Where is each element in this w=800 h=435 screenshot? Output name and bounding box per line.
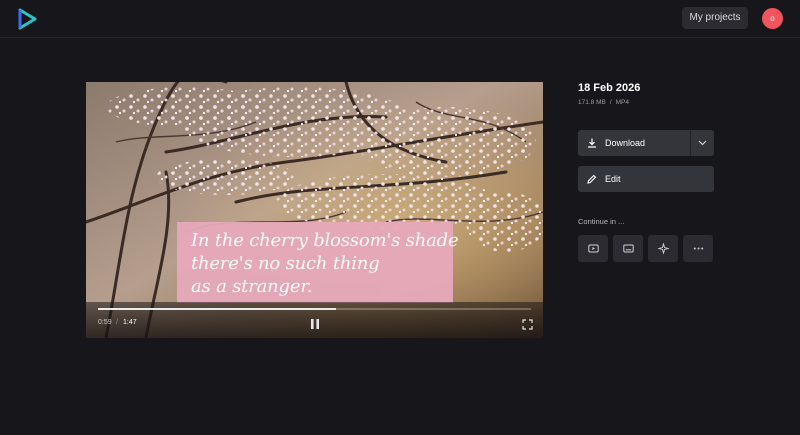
continue-in-label: Continue in ... — [578, 217, 625, 226]
duration: 1:47 — [123, 319, 137, 326]
more-horizontal-icon — [693, 247, 704, 250]
file-title: 18 Feb 2026 — [578, 82, 641, 94]
continue-more-button[interactable] — [683, 235, 713, 262]
download-icon — [588, 138, 596, 148]
play-triangle-logo-icon[interactable] — [16, 8, 38, 30]
youtube-icon — [588, 244, 599, 253]
pencil-icon — [587, 174, 597, 184]
meta-separator: / — [609, 99, 612, 106]
file-size: 171.8 MB — [578, 99, 606, 106]
sparkle-icon — [658, 243, 669, 254]
continue-youtube-button[interactable] — [578, 235, 608, 262]
current-time: 0:59 — [98, 319, 112, 326]
download-options-button[interactable] — [691, 130, 714, 156]
download-label: Download — [605, 138, 646, 148]
fullscreen-icon[interactable] — [522, 319, 533, 330]
caption-overlay: In the cherry blossom's shade there's no… — [177, 222, 459, 303]
chevron-down-icon — [698, 140, 707, 146]
edit-label: Edit — [605, 174, 621, 184]
split-divider — [690, 130, 691, 156]
caption-line-2: there's no such thing — [191, 253, 380, 274]
my-projects-button[interactable]: My projects — [682, 7, 748, 29]
time-separator: / — [116, 319, 118, 326]
download-button[interactable]: Download — [578, 130, 690, 156]
video-player[interactable]: In the cherry blossom's shade there's no… — [86, 82, 543, 338]
progress-fill — [98, 308, 337, 310]
continue-ai-button[interactable] — [648, 235, 678, 262]
top-bar: My projects o — [0, 0, 800, 38]
pause-icon[interactable] — [309, 318, 321, 330]
file-meta: 171.8 MB / MP4 — [578, 99, 629, 106]
progress-bar[interactable] — [98, 308, 531, 310]
caption-line-3: as a stranger. — [191, 276, 313, 297]
subtitles-icon — [623, 244, 634, 253]
continue-subtitles-button[interactable] — [613, 235, 643, 262]
avatar[interactable]: o — [762, 8, 783, 29]
file-format: MP4 — [615, 99, 630, 106]
edit-button[interactable]: Edit — [578, 166, 714, 192]
caption-line-1: In the cherry blossom's shade — [191, 230, 459, 251]
